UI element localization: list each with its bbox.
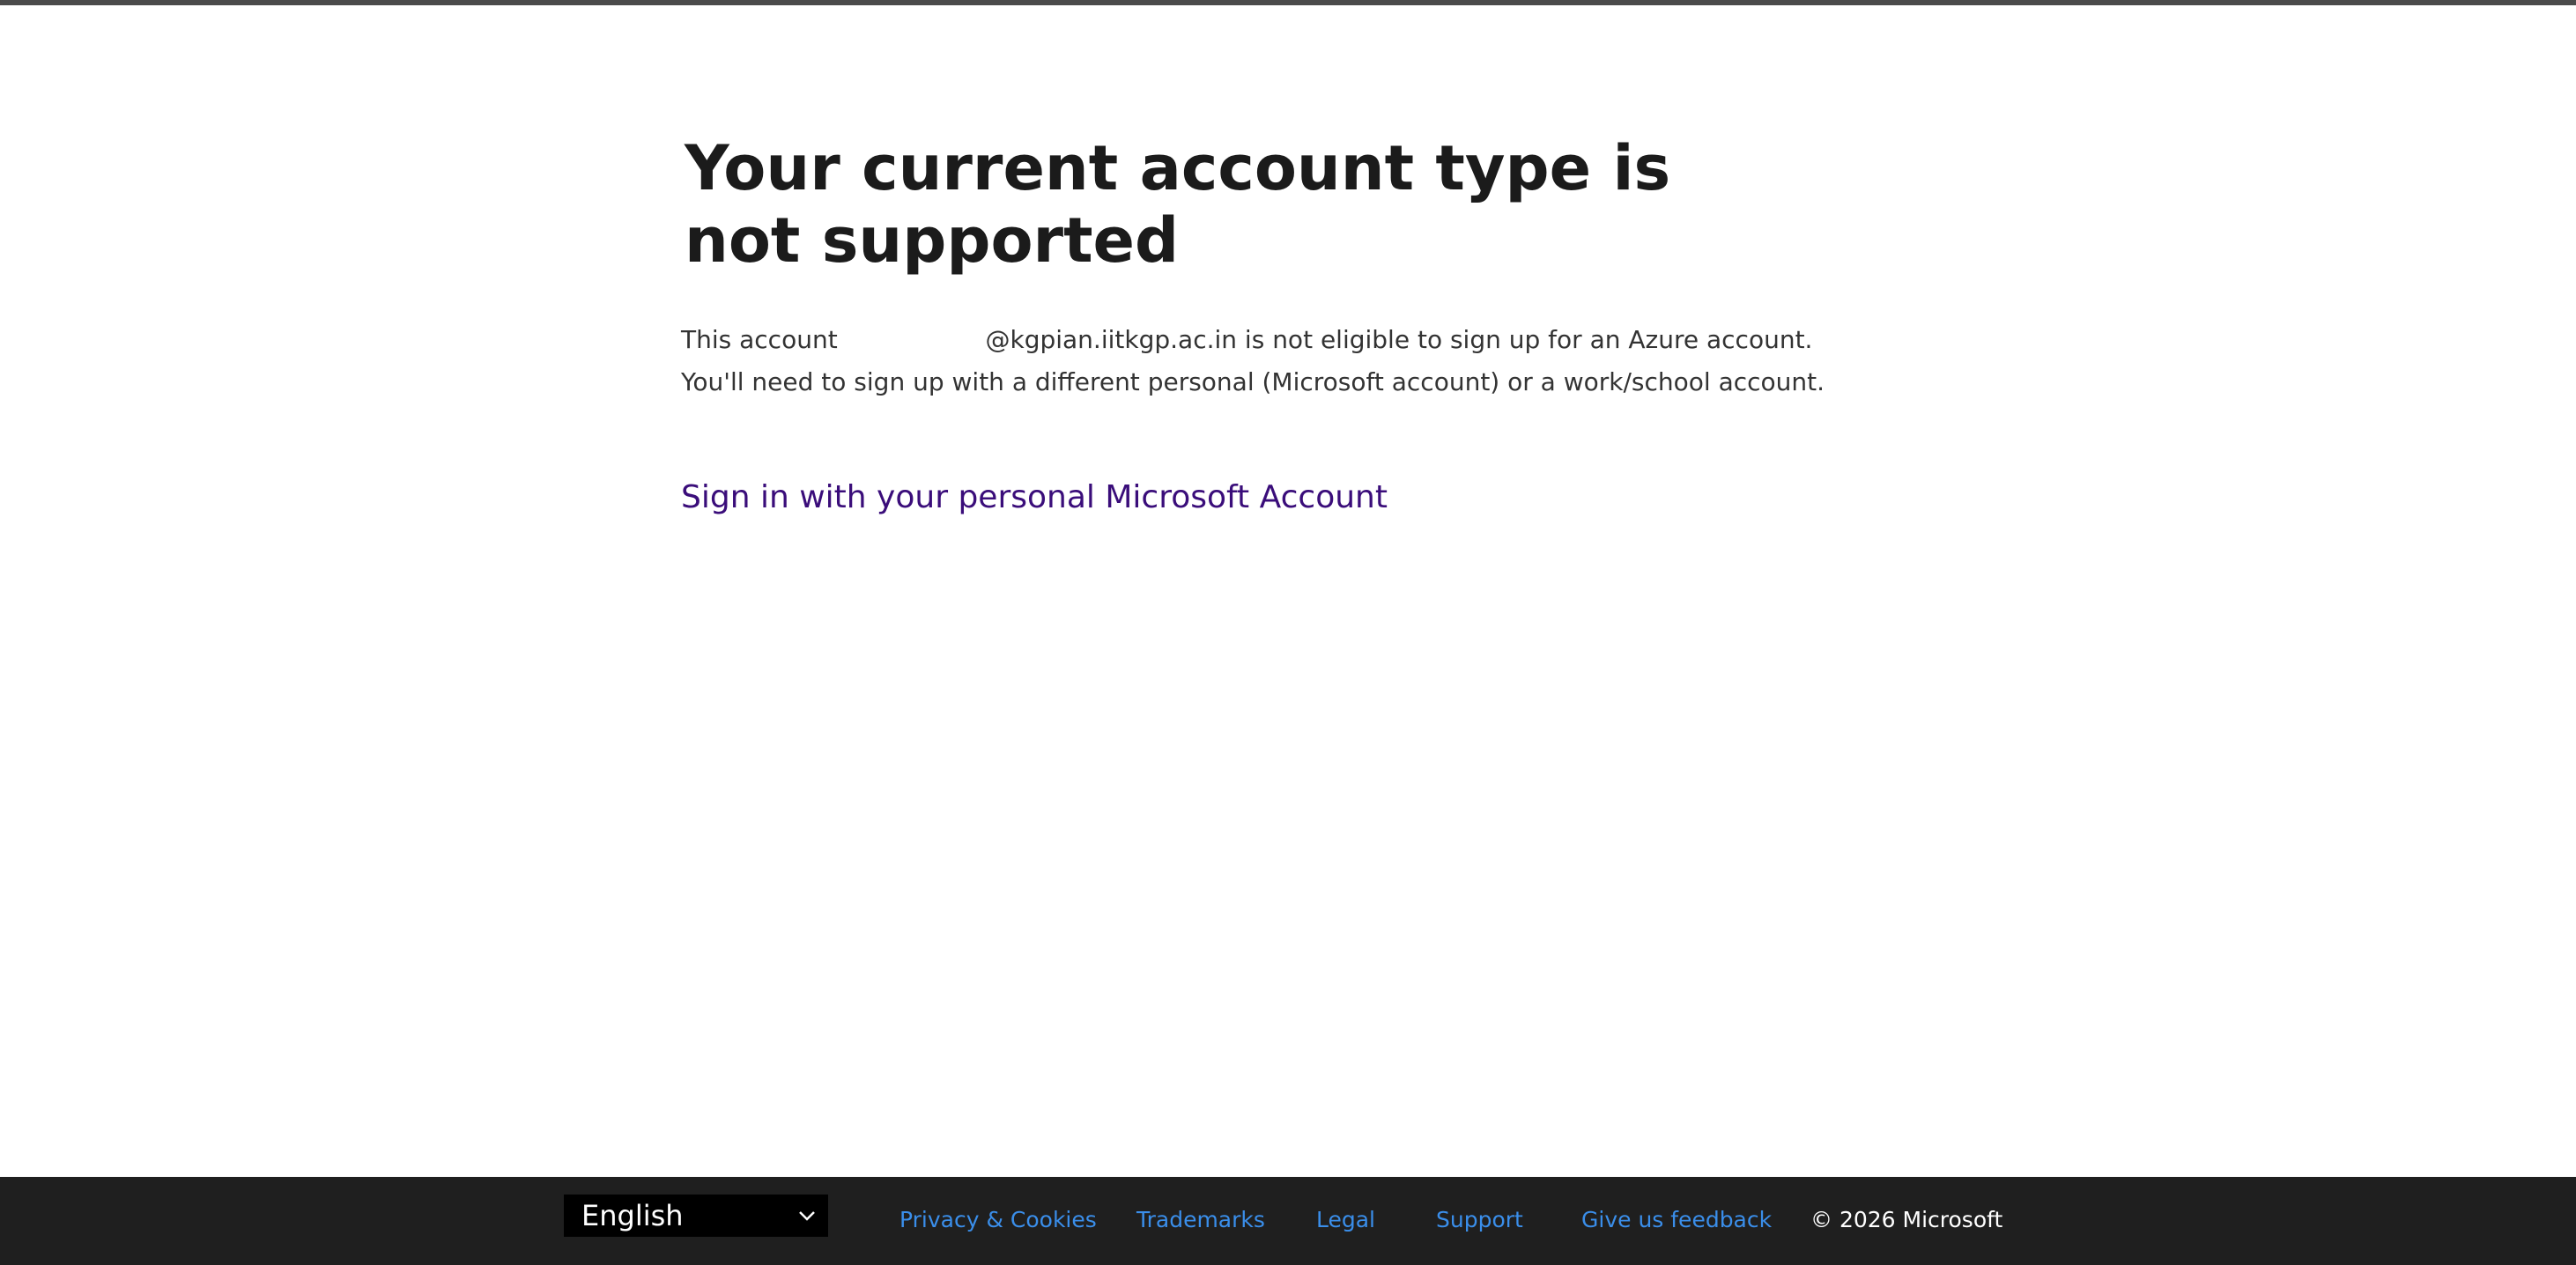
message-prefix: This account — [681, 325, 838, 354]
footer-link-trademarks[interactable]: Trademarks — [1136, 1207, 1265, 1232]
main-content: Your current account type is not support… — [681, 132, 1897, 515]
top-bar — [0, 0, 2576, 5]
language-select-value: English — [581, 1199, 684, 1232]
footer-link-legal[interactable]: Legal — [1316, 1207, 1375, 1232]
copyright: © 2026 Microsoft — [1810, 1207, 2003, 1232]
signin-personal-account-link[interactable]: Sign in with your personal Microsoft Acc… — [681, 479, 1388, 515]
footer-link-privacy[interactable]: Privacy & Cookies — [899, 1207, 1097, 1232]
page-title: Your current account type is not support… — [685, 132, 1671, 277]
account-message: This account @kgpian.iitkgp.ac.in is not… — [681, 319, 1862, 403]
footer-link-support[interactable]: Support — [1436, 1207, 1523, 1232]
message-suffix: is not eligible to sign up for an Azure … — [681, 325, 1825, 396]
chevron-down-icon — [799, 1211, 815, 1221]
language-select[interactable]: English — [564, 1195, 828, 1237]
footer: English Privacy & Cookies Trademarks Leg… — [0, 1177, 2576, 1265]
message-email-domain: @kgpian.iitkgp.ac.in — [985, 325, 1238, 354]
footer-link-feedback[interactable]: Give us feedback — [1581, 1207, 1772, 1232]
